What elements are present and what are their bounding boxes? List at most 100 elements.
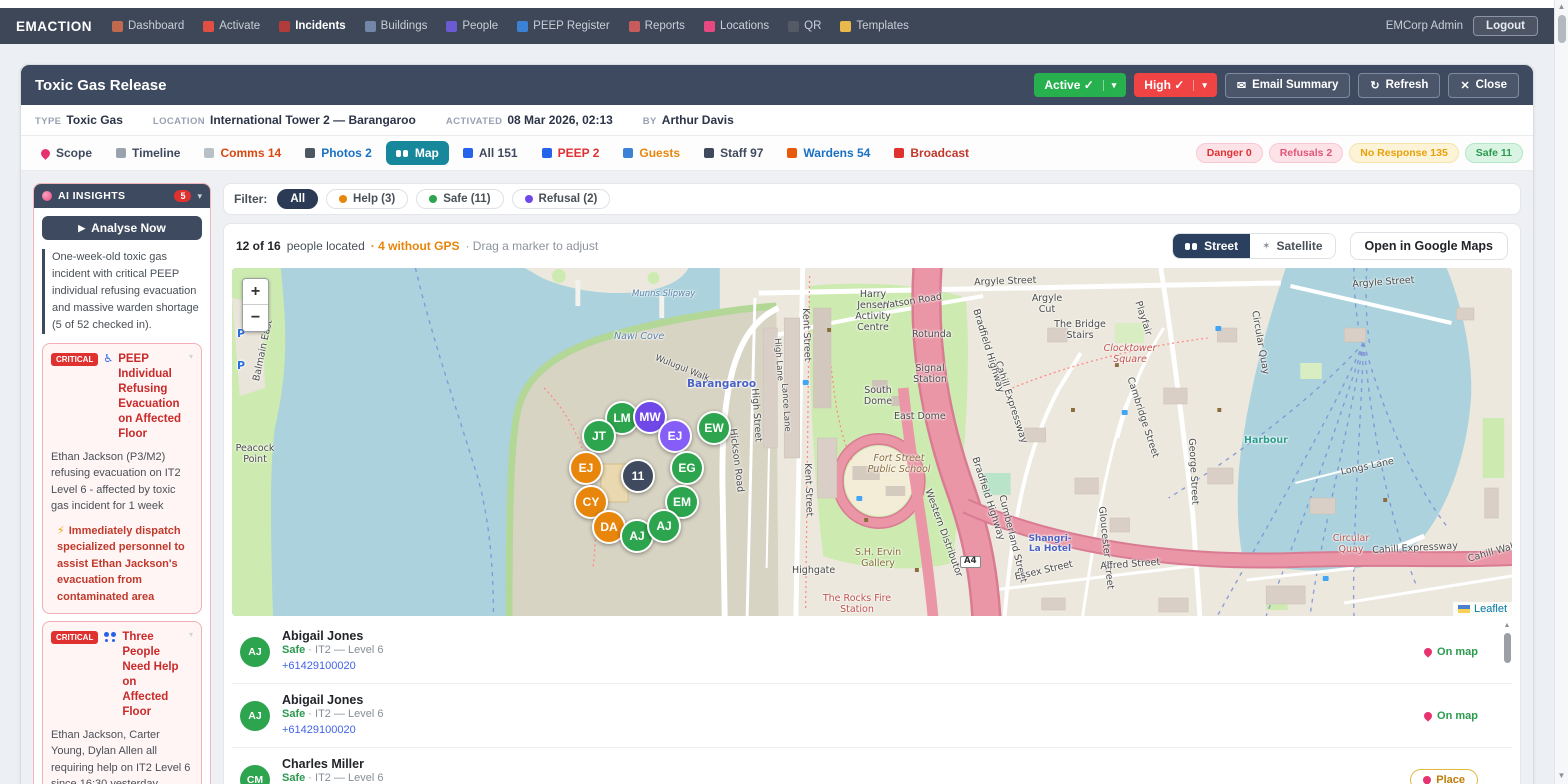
- nav-item-label: PEEP Register: [533, 20, 610, 32]
- person-action: On map On map: [1422, 646, 1504, 658]
- meta-item: LOCATION International Tower 2 — Baranga…: [153, 113, 416, 127]
- tab-icon: [541, 148, 552, 158]
- status-badge[interactable]: Danger 0: [1195, 143, 1263, 163]
- tab[interactable]: Staff 97: [694, 141, 773, 165]
- filter-pill[interactable]: Safe (11): [416, 189, 504, 209]
- nav-item[interactable]: Dashboard: [112, 20, 184, 32]
- page-scrollbar[interactable]: ▲ ▼: [1554, 0, 1568, 784]
- place-button[interactable]: Place: [1410, 768, 1478, 784]
- person-marker[interactable]: 11: [621, 459, 655, 493]
- page-title: Toxic Gas Release: [35, 76, 167, 94]
- ai-insights-header[interactable]: AI INSIGHTS 5 ▾: [34, 184, 210, 208]
- tabs: Scope Timeline Comms 14 Photos 2 Map All…: [31, 141, 979, 165]
- main-nav: Dashboard Activate Incidents Buildings P…: [112, 20, 1366, 32]
- zoom-out-button[interactable]: −: [243, 305, 268, 331]
- person-phone[interactable]: +61429100020: [282, 660, 356, 672]
- status-dropdown[interactable]: Active ✓ ▾: [1034, 73, 1127, 97]
- email-summary-button[interactable]: ✉ Email Summary: [1224, 72, 1351, 98]
- nav-item[interactable]: Buildings: [364, 20, 428, 32]
- nav-item[interactable]: Reports: [628, 20, 685, 32]
- on-map-link[interactable]: On map: [1422, 646, 1478, 658]
- people-list: AJ Abigail Jones Safe · IT2 — Level 6 +6…: [232, 620, 1512, 784]
- person-marker[interactable]: EJ: [569, 451, 603, 485]
- meta-value: Arthur Davis: [661, 113, 734, 127]
- severity-dropdown[interactable]: High ✓ ▾: [1134, 73, 1217, 97]
- person-marker[interactable]: AJ: [647, 509, 681, 543]
- scroll-down-icon[interactable]: ▼: [1558, 771, 1566, 780]
- email-icon: ✉: [1236, 79, 1247, 92]
- map-label: East Dome: [894, 411, 946, 422]
- status-badge[interactable]: Safe 11: [1464, 143, 1523, 163]
- scroll-thumb[interactable]: [1503, 633, 1511, 663]
- status-badge[interactable]: No Response 135: [1349, 143, 1459, 163]
- tab[interactable]: Broadcast: [884, 141, 979, 165]
- tab-label: Comms 14: [220, 146, 282, 160]
- person-row[interactable]: CM Charles Miller Safe · IT2 — Level 6 +…: [232, 748, 1512, 784]
- insight-card[interactable]: CRITICAL ♿ Three People Need Help on Aff…: [42, 621, 202, 784]
- insight-card[interactable]: CRITICAL ♿ PEEP Individual Refusing Evac…: [42, 343, 202, 615]
- open-google-maps-button[interactable]: Open in Google Maps: [1349, 232, 1508, 260]
- filter-pill[interactable]: Refusal (2): [511, 189, 611, 209]
- person-phone[interactable]: +61429100020: [282, 724, 356, 736]
- tab[interactable]: Comms 14: [194, 141, 291, 165]
- tab[interactable]: Scope: [31, 141, 102, 165]
- scroll-up-icon[interactable]: ▲: [1504, 622, 1511, 629]
- collapse-icon[interactable]: ▾: [189, 352, 193, 361]
- drag-hint: · Drag a marker to adjust: [465, 239, 599, 253]
- nav-item-label: QR: [804, 20, 822, 32]
- tab-label: Map: [414, 146, 439, 160]
- map-label: The Rocks Fire Station: [822, 593, 892, 615]
- person-row[interactable]: AJ Abigail Jones Safe · IT2 — Level 6 +6…: [232, 620, 1512, 684]
- person-row[interactable]: AJ Abigail Jones Safe · IT2 — Level 6 +6…: [232, 684, 1512, 748]
- refresh-button[interactable]: ↻ Refresh: [1358, 72, 1441, 98]
- tab[interactable]: All 151: [453, 141, 528, 165]
- critical-badge: CRITICAL: [51, 631, 99, 645]
- nav-item[interactable]: QR: [788, 20, 821, 32]
- meta-value: 08 Mar 2026, 02:13: [507, 113, 613, 127]
- map-card: 12 of 16 people located · 4 without GPS …: [223, 223, 1521, 784]
- person-marker[interactable]: EG: [670, 451, 704, 485]
- nav-item[interactable]: Templates: [840, 20, 909, 32]
- person-marker[interactable]: EJ: [658, 419, 692, 453]
- tab[interactable]: PEEP 2: [532, 141, 610, 165]
- tab-label: PEEP 2: [557, 146, 600, 160]
- tab[interactable]: Wardens 54: [777, 141, 880, 165]
- scroll-up-icon[interactable]: ▲: [1558, 2, 1566, 11]
- nav-item[interactable]: Locations: [703, 20, 769, 32]
- person-marker[interactable]: EW: [697, 411, 731, 445]
- list-scrollbar[interactable]: ▲: [1502, 620, 1512, 784]
- nav-item[interactable]: Incidents: [279, 20, 346, 32]
- filter-pill[interactable]: All: [277, 189, 319, 209]
- tab[interactable]: Map: [385, 141, 449, 165]
- gps-note: · 4 without GPS: [370, 239, 460, 253]
- filter-pill[interactable]: Help (3): [326, 189, 409, 209]
- street-view-button[interactable]: Street: [1173, 234, 1251, 258]
- chevron-down-icon: ▾: [197, 190, 202, 201]
- map[interactable]: Argyle Street Argyle Street Watson Road …: [232, 268, 1512, 616]
- tab[interactable]: Guests: [613, 141, 690, 165]
- tab[interactable]: Photos 2: [295, 141, 382, 165]
- app-brand: EMACTION: [16, 18, 92, 34]
- tab[interactable]: Timeline: [106, 141, 190, 165]
- nav-item[interactable]: Activate: [203, 20, 260, 32]
- located-count: 12 of 16: [236, 239, 281, 253]
- wheelchair-icon: ♿: [103, 352, 114, 366]
- person-marker[interactable]: JT: [582, 419, 616, 453]
- nav-item[interactable]: PEEP Register: [517, 20, 610, 32]
- map-label: Argyle Cut: [1031, 293, 1063, 315]
- analyse-now-button[interactable]: ▶ Analyse Now: [42, 216, 202, 240]
- on-map-link[interactable]: On map: [1422, 710, 1478, 722]
- nav-item[interactable]: People: [446, 20, 498, 32]
- nav-item-label: Buildings: [380, 20, 428, 32]
- people-icon: [103, 632, 117, 642]
- chevron-down-icon: ▾: [1102, 79, 1116, 91]
- close-button[interactable]: ✕ Close: [1448, 72, 1519, 98]
- collapse-icon[interactable]: ▾: [189, 630, 193, 639]
- leaflet-link[interactable]: Leaflet: [1474, 603, 1507, 615]
- status-badge[interactable]: Refusals 2: [1268, 143, 1344, 163]
- satellite-view-button[interactable]: ✶ Satellite: [1250, 234, 1335, 258]
- logout-button[interactable]: Logout: [1473, 16, 1538, 36]
- chevron-down-icon: ▾: [1193, 79, 1207, 91]
- zoom-in-button[interactable]: +: [243, 279, 268, 305]
- scroll-thumb[interactable]: [1557, 15, 1566, 43]
